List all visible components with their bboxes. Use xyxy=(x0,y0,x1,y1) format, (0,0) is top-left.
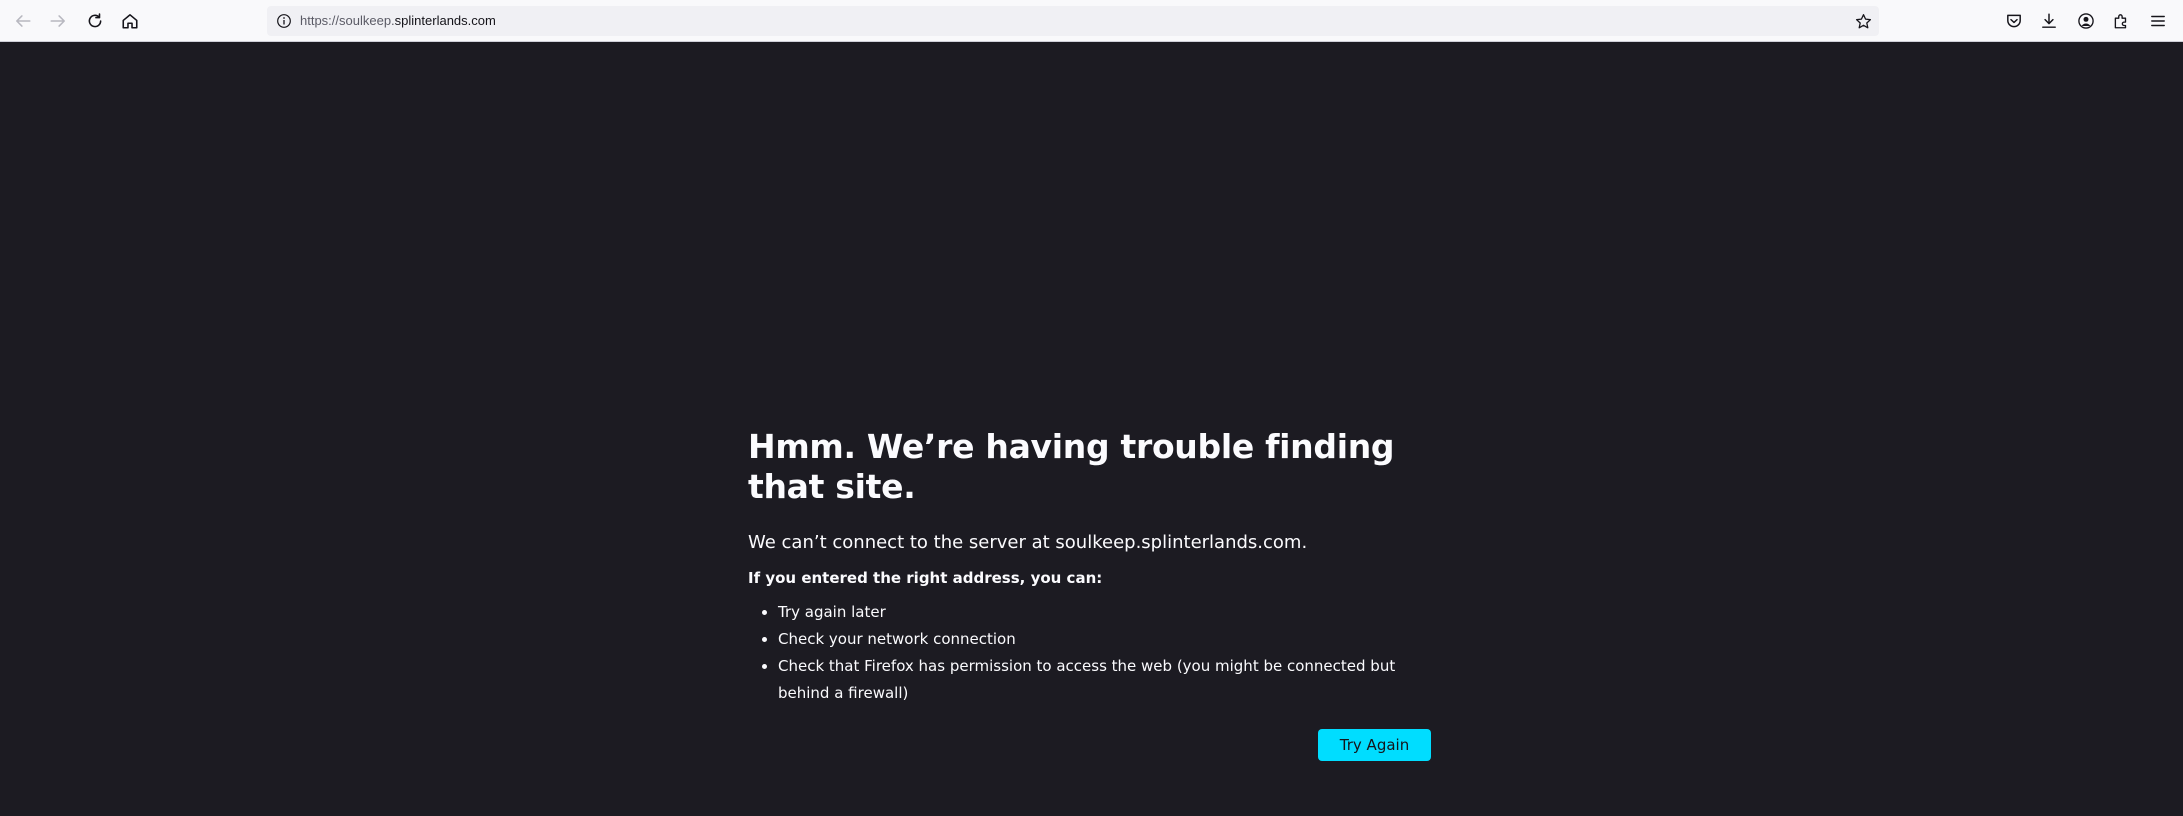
error-title: Hmm. We’re having trouble finding that s… xyxy=(748,427,1395,506)
url-text[interactable]: https://soulkeep.splinterlands.com xyxy=(300,13,496,29)
address-bar[interactable]: https://soulkeep.splinterlands.com xyxy=(267,6,1879,36)
reload-button[interactable] xyxy=(80,7,110,35)
suggestions-intro: If you entered the right address, you ca… xyxy=(748,569,1103,587)
extensions-button[interactable] xyxy=(2106,7,2136,35)
url-scheme: https://soulkeep. xyxy=(300,13,395,28)
arrow-left-icon xyxy=(16,15,31,27)
arrow-right-icon xyxy=(50,15,65,27)
star-icon[interactable] xyxy=(1853,11,1873,31)
back-button[interactable] xyxy=(8,7,38,35)
download-icon xyxy=(2042,13,2056,28)
suggestion-item: Try again later xyxy=(778,599,1438,626)
forward-button[interactable] xyxy=(43,7,73,35)
suggestion-item: Check that Firefox has permission to acc… xyxy=(778,653,1438,707)
downloads-button[interactable] xyxy=(2034,7,2064,35)
pocket-icon xyxy=(2007,14,2021,28)
account-button[interactable] xyxy=(2071,7,2101,35)
pocket-button[interactable] xyxy=(1999,7,2029,35)
menu-button[interactable] xyxy=(2143,7,2173,35)
extensions-icon xyxy=(2114,14,2127,29)
browser-toolbar: https://soulkeep.splinterlands.com xyxy=(0,0,2183,42)
url-host: splinterlands.com xyxy=(394,13,496,28)
menu-icon xyxy=(2151,15,2165,27)
error-container: Hmm. We’re having trouble finding that s… xyxy=(748,427,1438,761)
home-button[interactable] xyxy=(115,7,145,35)
home-icon xyxy=(122,14,138,29)
suggestion-item: Check your network connection xyxy=(778,626,1438,653)
error-description: We can’t connect to the server at soulke… xyxy=(748,532,1308,553)
page-content: Hmm. We’re having trouble finding that s… xyxy=(0,42,2183,816)
reload-icon xyxy=(88,13,102,28)
try-again-button[interactable]: Try Again xyxy=(1318,729,1431,761)
suggestions-list: Try again later Check your network conne… xyxy=(748,599,1438,707)
account-icon xyxy=(2078,13,2094,29)
info-icon[interactable] xyxy=(275,12,293,30)
